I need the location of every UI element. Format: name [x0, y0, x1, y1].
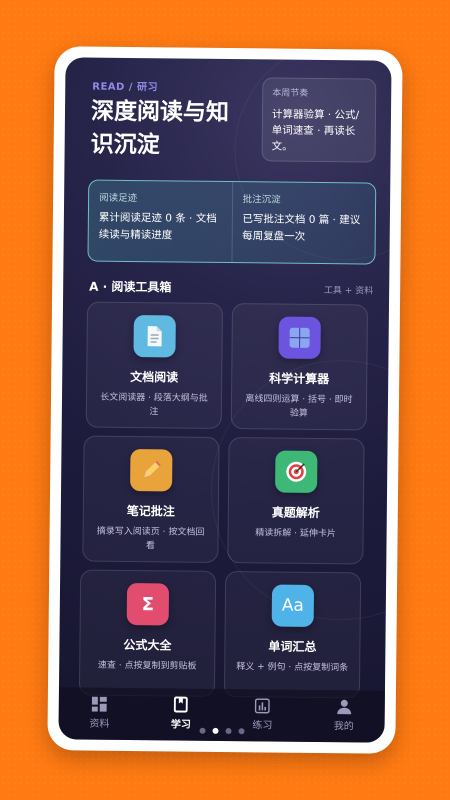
target-icon	[275, 450, 318, 493]
stat-text: 累计阅读足迹 0 条 · 文档续读与精读进度	[98, 211, 217, 242]
font-glyph: Aa	[281, 595, 304, 616]
tool-title: 笔记批注	[126, 503, 175, 519]
brand-sep: /	[128, 81, 134, 94]
page-dot[interactable]	[225, 728, 232, 735]
page-dot-active[interactable]	[212, 727, 219, 734]
tool-desc: 速查 · 点按复制到剪贴板	[97, 660, 197, 672]
phone-frame: READ / 研习 深度阅读与知识沉淀 本周节奏 计算器验算 · 公式/单词速查…	[47, 46, 403, 754]
brand-left: READ	[92, 81, 125, 93]
tool-exam-analysis[interactable]: 真题解析 精读拆解 · 延伸卡片	[227, 437, 365, 565]
section-title: A · 阅读工具箱	[89, 279, 172, 295]
sigma-glyph: Σ	[141, 593, 155, 615]
tool-desc: 离线四则运算 · 括号 · 即时验算	[245, 394, 353, 419]
bottom-tab-bar: 资料 学习 练习 我的	[58, 687, 385, 743]
tool-title: 科学计算器	[269, 371, 330, 387]
dashboard-icon	[59, 695, 141, 712]
tool-notes[interactable]: 笔记批注 摘录写入阅读页 · 按文档回看	[82, 435, 220, 563]
page-title: 深度阅读与知识沉淀	[90, 98, 230, 159]
pencil-icon	[130, 449, 173, 492]
tool-desc: 精读拆解 · 延伸卡片	[255, 528, 336, 540]
bookmark-icon	[140, 696, 222, 713]
tool-title: 公式大全	[123, 637, 172, 653]
tool-grid: 文档阅读 长文阅读器 · 段落大纲与批注 科学计算器 离线四则运算 · 括号 ·…	[78, 301, 371, 699]
document-icon	[133, 315, 176, 358]
chart-icon	[222, 697, 304, 714]
stat-annotations: 批注沉淀 已写批注文档 0 篇 · 建议每周复盘一次	[230, 182, 376, 264]
font-icon: Aa	[271, 584, 315, 627]
stat-label: 批注沉淀	[242, 194, 281, 206]
stat-label: 阅读足迹	[99, 192, 138, 205]
user-icon	[303, 698, 385, 715]
stat-reading-footprint: 阅读足迹 累计阅读足迹 0 条 · 文档续读与精读进度	[88, 181, 231, 262]
reading-stats-card: 阅读足迹 累计阅读足迹 0 条 · 文档续读与精读进度 批注沉淀 已写批注文档 …	[87, 179, 377, 265]
tool-document-reader[interactable]: 文档阅读 长文阅读器 · 段落大纲与批注	[85, 301, 224, 429]
page-dot[interactable]	[238, 728, 245, 735]
week-rhythm-label: 本周节奏	[272, 88, 309, 99]
calculator-icon	[278, 316, 321, 359]
tool-title: 单词汇总	[268, 639, 317, 654]
app-screen: READ / 研习 深度阅读与知识沉淀 本周节奏 计算器验算 · 公式/单词速查…	[58, 57, 392, 743]
tool-title: 文档阅读	[130, 370, 179, 385]
page-dot[interactable]	[199, 727, 206, 734]
tool-desc: 摘录写入阅读页 · 按文档回看	[96, 526, 205, 552]
tool-calculator[interactable]: 科学计算器 离线四则运算 · 括号 · 即时验算	[230, 303, 369, 431]
brand-label: READ / 研习	[92, 78, 158, 94]
tool-desc: 长文阅读器 · 段落大纲与批注	[100, 392, 208, 418]
week-rhythm-text: 计算器验算 · 公式/单词速查 · 再读长文。	[271, 108, 360, 153]
stat-text: 已写批注文档 0 篇 · 建议每周复盘一次	[242, 213, 361, 243]
sigma-icon: Σ	[126, 582, 170, 626]
brand-right: 研习	[136, 82, 159, 94]
tool-formulas[interactable]: Σ 公式大全 速查 · 点按复制到剪贴板	[78, 569, 217, 697]
section-subtitle: 工具 + 资料	[323, 286, 374, 297]
tool-vocabulary[interactable]: Aa 单词汇总 释义 + 例句 · 点按复制词条	[223, 571, 362, 699]
tool-title: 真题解析	[271, 505, 320, 520]
tool-desc: 释义 + 例句 · 点按复制词条	[236, 662, 349, 674]
week-rhythm-card: 本周节奏 计算器验算 · 公式/单词速查 · 再读长文。	[261, 77, 377, 163]
